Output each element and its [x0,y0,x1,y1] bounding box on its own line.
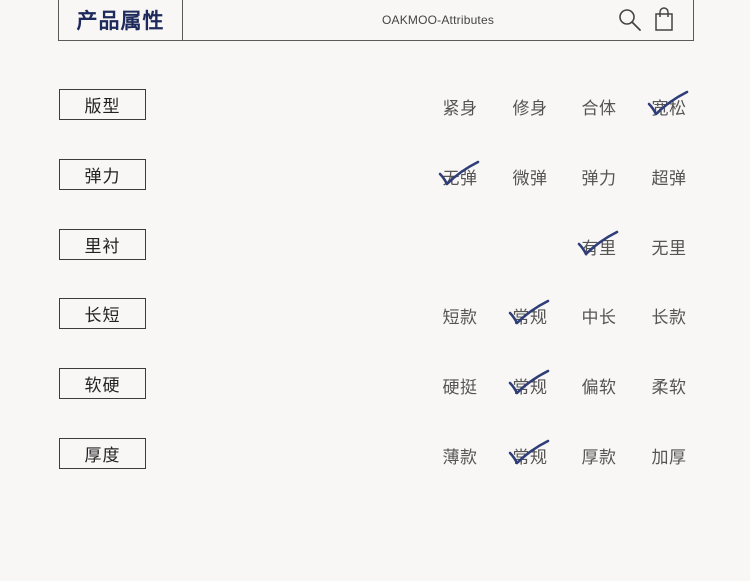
option-label: 偏软 [581,377,617,398]
header-icons [617,7,677,33]
option-label: 有里 [581,238,617,259]
attribute-option[interactable]: 合体 [573,92,625,120]
attribute-option[interactable]: 紧身 [434,92,486,120]
attribute-option[interactable]: 常规 [504,439,556,469]
search-icon[interactable] [617,7,643,33]
option-label: 无里 [651,238,687,259]
option-label: 紧身 [442,98,478,119]
attribute-option[interactable]: 微弹 [504,162,556,190]
attribute-option[interactable]: 柔软 [643,371,695,399]
option-label: 常规 [512,307,548,328]
attribute-option[interactable]: 无里 [643,232,695,260]
attribute-row: 厚度 薄款 常规 厚款 加厚 [59,438,694,469]
attribute-row: 里衬 有里 无里 [59,229,694,260]
option-label: 加厚 [651,447,687,468]
option-label: 弹力 [581,168,617,189]
option-label: 厚款 [581,447,617,468]
shopping-bag-icon[interactable] [651,7,677,33]
option-label: 常规 [512,447,548,468]
attribute-label: 弹力 [59,159,146,190]
attribute-row: 弹力 无弹 微弹 弹力 超弹 [59,159,694,190]
attribute-label: 厚度 [59,438,146,469]
option-label: 修身 [512,98,548,119]
attribute-option[interactable]: 短款 [434,301,486,329]
attribute-option[interactable]: 中长 [573,301,625,329]
attribute-option[interactable]: 弹力 [573,162,625,190]
attribute-option[interactable]: 厚款 [573,441,625,469]
attribute-row: 版型 紧身 修身 合体 宽松 [59,89,694,120]
product-attributes-page: 产品属性 OAKMOO-Attributes 版型 紧身 修身 合体 宽松 弹力 无弹 微弹弹… [0,0,750,581]
attribute-option[interactable]: 薄款 [434,441,486,469]
option-label: 硬挺 [442,377,478,398]
attribute-row: 长短 短款 常规 中长 长款 [59,298,694,329]
header-bar: 产品属性 OAKMOO-Attributes [58,0,694,41]
attribute-label: 里衬 [59,229,146,260]
attribute-option[interactable]: 偏软 [573,371,625,399]
attribute-option[interactable]: 加厚 [643,441,695,469]
option-label: 薄款 [442,447,478,468]
option-label: 长款 [651,307,687,328]
attribute-row: 软硬 硬挺 常规 偏软 柔软 [59,368,694,399]
page-title: 产品属性 [59,0,183,40]
attribute-label: 版型 [59,89,146,120]
attribute-label: 软硬 [59,368,146,399]
attribute-option[interactable]: 修身 [504,92,556,120]
attribute-option[interactable]: 超弹 [643,162,695,190]
attribute-option[interactable]: 有里 [573,230,625,260]
option-label: 短款 [442,307,478,328]
option-label: 中长 [581,307,617,328]
option-label: 微弹 [512,168,548,189]
attribute-option[interactable]: 宽松 [643,90,695,120]
option-label: 超弹 [651,168,687,189]
attribute-option[interactable]: 常规 [504,369,556,399]
attribute-option[interactable]: 长款 [643,301,695,329]
attribute-option[interactable]: 常规 [504,299,556,329]
option-label: 常规 [512,377,548,398]
option-label: 无弹 [442,168,478,189]
attribute-option[interactable]: 无弹 [434,160,486,190]
option-label: 柔软 [651,377,687,398]
attribute-label: 长短 [59,298,146,329]
attribute-option[interactable]: 硬挺 [434,371,486,399]
option-label: 宽松 [651,98,687,119]
option-label: 合体 [581,98,617,119]
